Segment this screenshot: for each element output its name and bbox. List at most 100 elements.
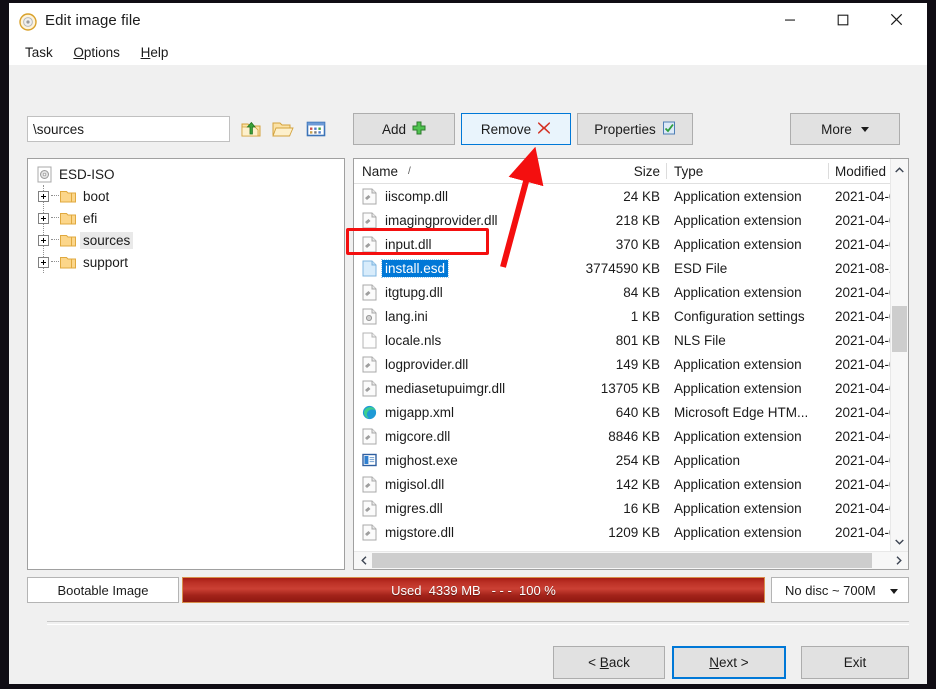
- tree-root-item[interactable]: ESD-ISO: [28, 163, 344, 185]
- properties-button-label: Properties: [594, 121, 656, 137]
- column-divider: [666, 163, 667, 179]
- tree-item-support[interactable]: support: [28, 251, 344, 273]
- table-row[interactable]: input.dll 370 KB Application extension 2…: [354, 232, 908, 256]
- capacity-progress-bar: Used 4339 MB - - - 100 %: [182, 577, 765, 603]
- sort-ascending-icon: /: [408, 165, 411, 177]
- folder-tree[interactable]: ESD-ISO boot efi sources support: [27, 158, 345, 570]
- next-button[interactable]: Next >: [672, 646, 786, 679]
- add-button-label: Add: [381, 121, 407, 137]
- file-name-label: logprovider.dll: [385, 356, 469, 372]
- table-row[interactable]: migcore.dll 8846 KB Application extensio…: [354, 424, 908, 448]
- file-name-cell: imagingprovider.dll: [362, 208, 501, 232]
- tree-item-label: boot: [83, 188, 110, 204]
- table-row[interactable]: itgtupg.dll 84 KB Application extension …: [354, 280, 908, 304]
- file-size-cell: 370 KB: [615, 236, 660, 252]
- dll-file-icon: [362, 188, 377, 205]
- tree-item-efi[interactable]: efi: [28, 207, 344, 229]
- file-name-cell: install.esd: [362, 256, 450, 280]
- tree-connector: [51, 195, 59, 197]
- dll-file-icon: [362, 380, 377, 397]
- view-details-icon[interactable]: [305, 118, 327, 140]
- scroll-up-icon[interactable]: [891, 161, 908, 179]
- file-name-cell: iiscomp.dll: [362, 184, 451, 208]
- file-list-rows: iiscomp.dll 24 KB Application extension …: [354, 184, 908, 544]
- scroll-left-icon[interactable]: [355, 552, 372, 569]
- table-row[interactable]: imagingprovider.dll 218 KB Application e…: [354, 208, 908, 232]
- table-row[interactable]: mediasetupuimgr.dll 13705 KB Application…: [354, 376, 908, 400]
- more-button[interactable]: More: [790, 113, 900, 145]
- file-type-cell: Application extension: [674, 476, 802, 492]
- file-name-label: itgtupg.dll: [385, 284, 443, 300]
- file-type-cell: Application extension: [674, 500, 802, 516]
- menu-item-help[interactable]: Help: [133, 41, 178, 64]
- exit-button[interactable]: Exit: [801, 646, 909, 679]
- path-input[interactable]: [27, 116, 230, 142]
- add-button[interactable]: Add: [353, 113, 455, 145]
- scroll-right-icon[interactable]: [890, 552, 907, 569]
- expand-icon[interactable]: [38, 190, 49, 202]
- file-type-cell: Application extension: [674, 356, 802, 372]
- column-header-modified-label: Modified: [835, 163, 887, 179]
- up-one-level-icon[interactable]: [240, 118, 262, 140]
- file-size-cell: 801 KB: [615, 332, 660, 348]
- progress-label: Used 4339 MB - - - 100 %: [391, 582, 556, 598]
- back-button[interactable]: < Back: [553, 646, 665, 679]
- remove-button[interactable]: Remove: [461, 113, 571, 145]
- plus-icon: [412, 121, 426, 138]
- expand-icon[interactable]: [38, 212, 49, 224]
- file-type-cell: NLS File: [674, 332, 726, 348]
- file-size-cell: 1209 KB: [608, 524, 660, 540]
- expand-icon[interactable]: [38, 256, 49, 268]
- file-type-cell: Microsoft Edge HTM...: [674, 404, 809, 420]
- dll-file-icon: [362, 284, 377, 301]
- maximize-button[interactable]: [820, 3, 866, 36]
- file-size-cell: 8846 KB: [608, 428, 660, 444]
- scroll-down-icon[interactable]: [891, 533, 908, 551]
- title-bar: Edit image file: [9, 3, 927, 41]
- bootable-image-label: Bootable Image: [57, 582, 149, 598]
- file-list[interactable]: Name / Size Type Modified iiscomp.dll 24…: [353, 158, 909, 570]
- ini-file-icon: [362, 308, 377, 325]
- column-header-size-label: Size: [633, 163, 660, 179]
- folder-icon: [60, 211, 76, 225]
- table-row[interactable]: logprovider.dll 149 KB Application exten…: [354, 352, 908, 376]
- file-list-vertical-scrollbar[interactable]: [890, 159, 908, 553]
- table-row-selected[interactable]: install.esd 3774590 KB ESD File 2021-08-…: [354, 256, 908, 280]
- column-header-type[interactable]: Type: [674, 159, 829, 183]
- menu-item-task[interactable]: Task: [17, 41, 62, 64]
- table-row[interactable]: mighost.exe 254 KB Application 2021-04-0…: [354, 448, 908, 472]
- file-list-horizontal-scrollbar[interactable]: [354, 551, 908, 569]
- open-folder-icon[interactable]: [272, 118, 294, 140]
- file-size-cell: 13705 KB: [600, 380, 660, 396]
- table-row[interactable]: migisol.dll 142 KB Application extension…: [354, 472, 908, 496]
- table-row[interactable]: migres.dll 16 KB Application extension 2…: [354, 496, 908, 520]
- scrollbar-thumb[interactable]: [372, 553, 872, 568]
- table-row[interactable]: migapp.xml 640 KB Microsoft Edge HTM... …: [354, 400, 908, 424]
- table-row[interactable]: iiscomp.dll 24 KB Application extension …: [354, 184, 908, 208]
- properties-button[interactable]: Properties: [577, 113, 693, 145]
- disc-size-dropdown[interactable]: No disc ~ 700M: [771, 577, 909, 603]
- more-button-label: More: [821, 121, 852, 137]
- close-button[interactable]: [873, 3, 919, 36]
- column-header-name[interactable]: Name /: [362, 159, 605, 183]
- column-header-name-label: Name: [362, 163, 399, 179]
- table-row[interactable]: migstore.dll 1209 KB Application extensi…: [354, 520, 908, 544]
- file-name-cell: locale.nls: [362, 328, 444, 352]
- menu-item-options[interactable]: Options: [65, 41, 129, 64]
- bootable-image-indicator: Bootable Image: [27, 577, 179, 603]
- dll-file-icon: [362, 500, 377, 517]
- status-bar: Bootable Image Used 4339 MB - - - 100 % …: [27, 577, 909, 603]
- tree-item-boot[interactable]: boot: [28, 185, 344, 207]
- minimize-button[interactable]: [767, 3, 813, 36]
- expand-icon[interactable]: [38, 234, 49, 246]
- column-header-size[interactable]: Size: [605, 159, 667, 183]
- table-row[interactable]: lang.ini 1 KB Configuration settings 202…: [354, 304, 908, 328]
- dll-file-icon: [362, 356, 377, 373]
- generic-file-icon: [362, 332, 377, 349]
- scrollbar-thumb[interactable]: [892, 306, 907, 352]
- file-name-cell: migcore.dll: [362, 424, 453, 448]
- chevron-down-icon: [860, 126, 869, 132]
- dll-file-icon: [362, 476, 377, 493]
- table-row[interactable]: locale.nls 801 KB NLS File 2021-04-09 ..…: [354, 328, 908, 352]
- tree-item-sources[interactable]: sources: [28, 229, 344, 251]
